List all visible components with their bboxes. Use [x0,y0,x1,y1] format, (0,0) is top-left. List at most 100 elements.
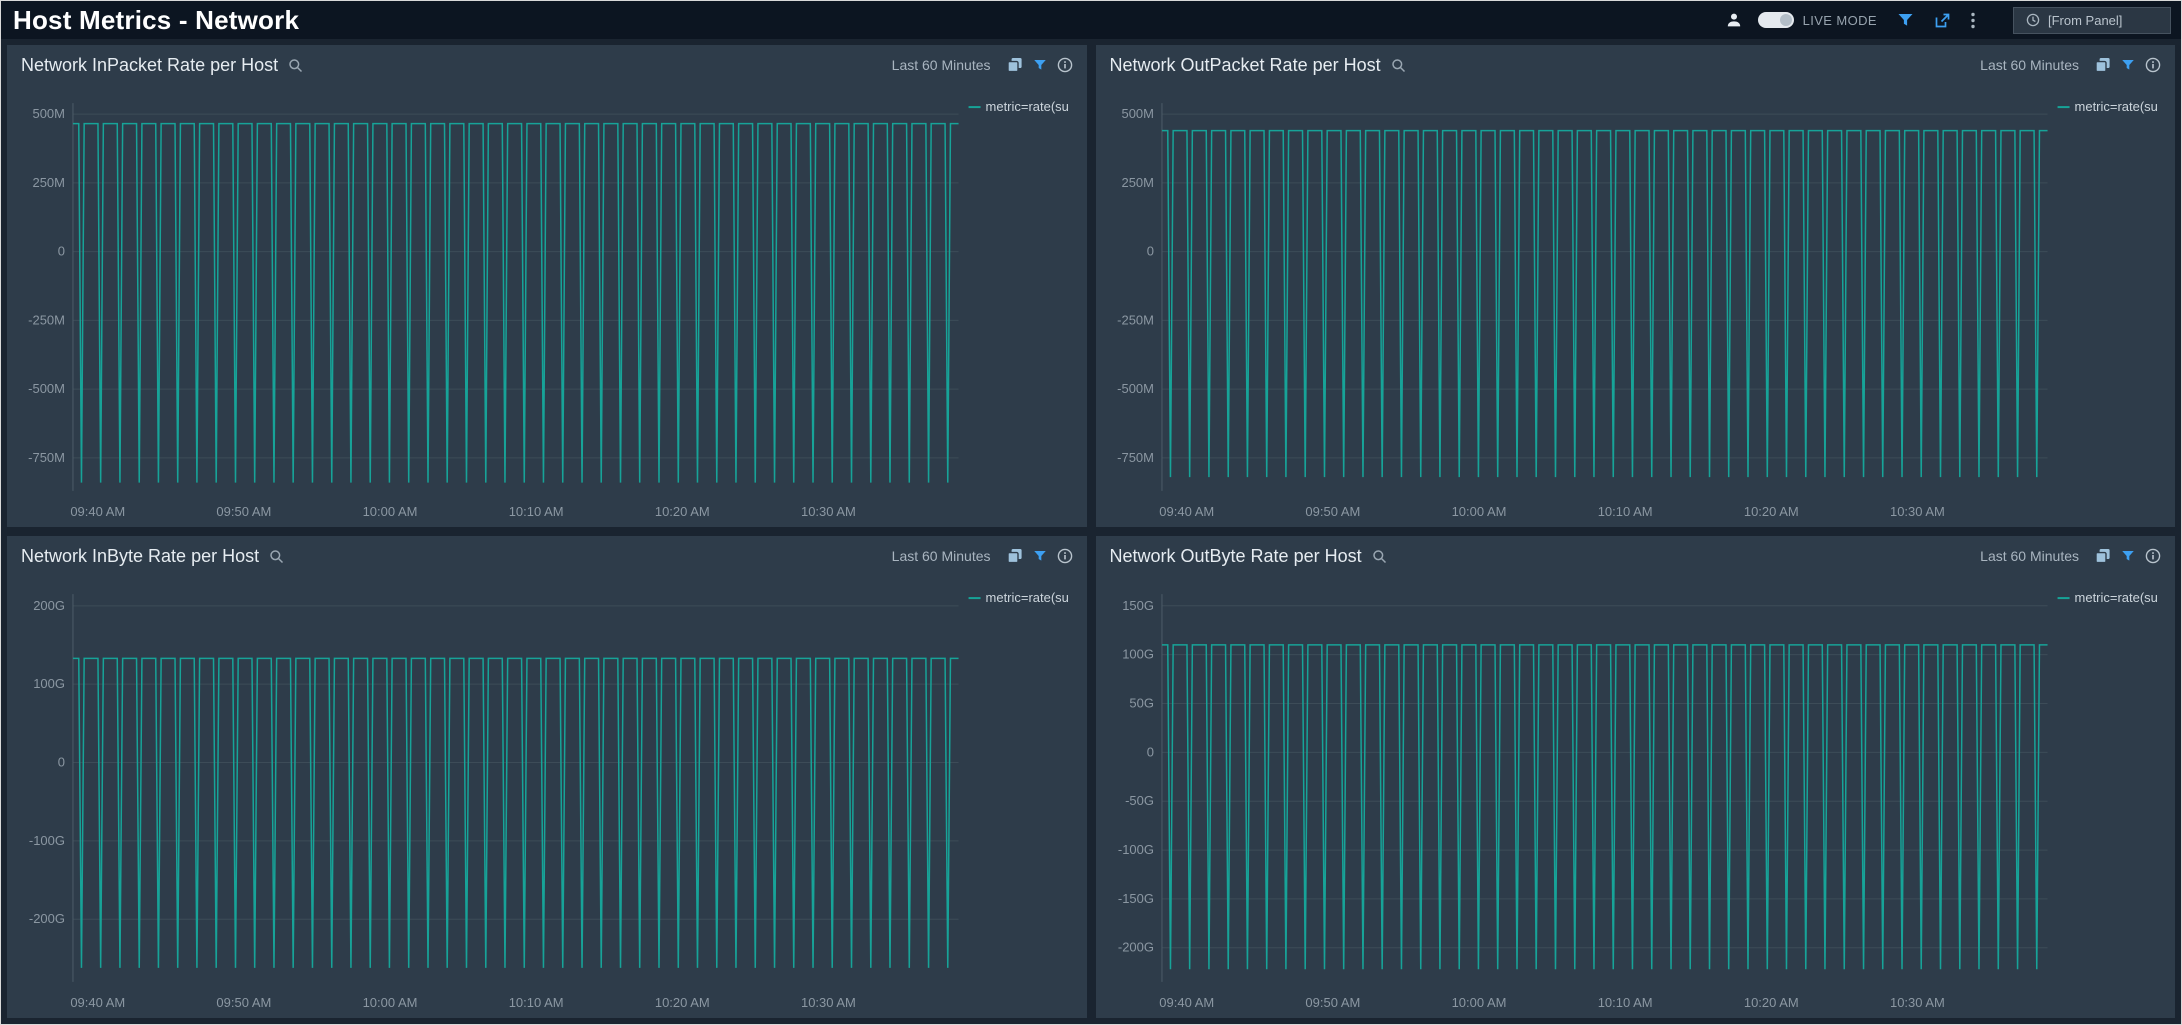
dashboard-page: Host Metrics - Network LIVE MODE [From P… [0,0,2182,1025]
svg-text:10:20 AM: 10:20 AM [655,504,710,519]
svg-text:metric=rate(su: metric=rate(su [986,99,1069,114]
panel-filter-icon[interactable] [2121,58,2135,72]
panel-header: Network InByte Rate per Host Last 60 Min… [7,536,1087,576]
svg-text:-750M: -750M [1117,450,1154,465]
svg-text:metric=rate(su: metric=rate(su [2074,590,2157,605]
svg-text:10:30 AM: 10:30 AM [1889,504,1944,519]
dashboard-title: Host Metrics - Network [13,5,299,36]
panel-filter-icon[interactable] [2121,549,2135,563]
filter-icon[interactable] [1897,12,1914,28]
panel-actions: Last 60 Minutes [1980,548,2161,564]
copy-panel-icon[interactable] [1007,57,1023,73]
panel-title: Network InPacket Rate per Host [21,55,278,76]
user-icon[interactable] [1726,12,1742,28]
zoom-icon[interactable] [288,58,303,73]
svg-text:0: 0 [1146,244,1153,259]
panel-network-outbyte: Network OutByte Rate per Host Last 60 Mi… [1096,536,2176,1018]
svg-text:metric=rate(su: metric=rate(su [2074,99,2157,114]
svg-text:10:20 AM: 10:20 AM [1743,504,1798,519]
svg-text:-100G: -100G [29,833,65,848]
svg-text:10:30 AM: 10:30 AM [801,504,856,519]
panel-time-range: Last 60 Minutes [892,548,991,564]
panel-header: Network OutPacket Rate per Host Last 60 … [1096,45,2176,85]
panel-network-inpacket: Network InPacket Rate per Host Last 60 M… [7,45,1087,527]
svg-text:09:40 AM: 09:40 AM [70,504,125,519]
info-icon[interactable] [1057,548,1073,564]
svg-text:200G: 200G [33,598,65,613]
svg-text:-250M: -250M [28,312,65,327]
panel-header: Network OutByte Rate per Host Last 60 Mi… [1096,536,2176,576]
panel-title: Network OutByte Rate per Host [1110,546,1362,567]
copy-panel-icon[interactable] [2095,548,2111,564]
live-mode-label: LIVE MODE [1803,13,1877,28]
svg-text:500M: 500M [1121,106,1153,121]
svg-text:0: 0 [58,244,65,259]
zoom-icon[interactable] [1391,58,1406,73]
panel-filter-icon[interactable] [1033,549,1047,563]
svg-text:-250M: -250M [1117,312,1154,327]
chart-network-outpacket[interactable]: 500M 250M 0 -250M -500M -750M 09:40 AM 09:50 AM… [1096,85,2176,527]
panel-actions: Last 60 Minutes [892,57,1073,73]
svg-text:250M: 250M [1121,175,1153,190]
info-icon[interactable] [2145,548,2161,564]
svg-text:09:50 AM: 09:50 AM [216,995,271,1010]
panel-header: Network InPacket Rate per Host Last 60 M… [7,45,1087,85]
svg-text:500M: 500M [32,106,64,121]
live-mode-toggle[interactable] [1758,12,1794,28]
topbar-actions: LIVE MODE [From Panel] [1706,7,2171,34]
info-icon[interactable] [2145,57,2161,73]
svg-text:100G: 100G [33,676,65,691]
panel-filter-icon[interactable] [1033,58,1047,72]
chart-network-outbyte[interactable]: 150G100G50G0-50G-100G-150G-200G09:40 AM0… [1096,576,2176,1018]
copy-panel-icon[interactable] [2095,57,2111,73]
panel-actions: Last 60 Minutes [892,548,1073,564]
info-icon[interactable] [1057,57,1073,73]
svg-text:-100G: -100G [1117,842,1153,857]
svg-text:10:10 AM: 10:10 AM [509,995,564,1010]
svg-text:-150G: -150G [1117,891,1153,906]
svg-text:150G: 150G [1122,598,1154,613]
svg-text:10:10 AM: 10:10 AM [509,504,564,519]
svg-text:0: 0 [58,755,65,770]
zoom-icon[interactable] [1372,549,1387,564]
svg-text:10:10 AM: 10:10 AM [1597,995,1652,1010]
toggle-knob-icon [1780,14,1792,26]
zoom-icon[interactable] [269,549,284,564]
panel-network-outpacket: Network OutPacket Rate per Host Last 60 … [1096,45,2176,527]
topbar: Host Metrics - Network LIVE MODE [From P… [1,1,2181,39]
svg-text:-50G: -50G [1125,793,1154,808]
share-icon[interactable] [1934,12,1951,29]
svg-text:09:50 AM: 09:50 AM [1305,504,1360,519]
svg-text:-500M: -500M [1117,381,1154,396]
svg-text:10:00 AM: 10:00 AM [363,995,418,1010]
panel-grid: Network InPacket Rate per Host Last 60 M… [1,39,2181,1024]
panel-time-range: Last 60 Minutes [1980,548,2079,564]
svg-text:-500M: -500M [28,381,65,396]
time-range-selector[interactable]: [From Panel] [2013,7,2171,34]
svg-text:10:30 AM: 10:30 AM [801,995,856,1010]
svg-text:09:40 AM: 09:40 AM [70,995,125,1010]
svg-text:09:40 AM: 09:40 AM [1159,504,1214,519]
svg-text:10:30 AM: 10:30 AM [1889,995,1944,1010]
clock-icon [2026,13,2040,27]
panel-actions: Last 60 Minutes [1980,57,2161,73]
svg-text:10:00 AM: 10:00 AM [1451,504,1506,519]
svg-text:10:20 AM: 10:20 AM [655,995,710,1010]
chart-network-inbyte[interactable]: 200G100G0-100G-200G09:40 AM09:50 AM10:00… [7,576,1087,1018]
svg-text:metric=rate(su: metric=rate(su [986,590,1069,605]
svg-text:250M: 250M [32,175,64,190]
svg-text:09:40 AM: 09:40 AM [1159,995,1214,1010]
chart-network-inpacket[interactable]: 500M250M0-250M-500M-750M09:40 AM09:50 AM… [7,85,1087,527]
svg-text:09:50 AM: 09:50 AM [216,504,271,519]
copy-panel-icon[interactable] [1007,548,1023,564]
svg-text:10:00 AM: 10:00 AM [363,504,418,519]
svg-text:0: 0 [1146,744,1153,759]
svg-text:10:20 AM: 10:20 AM [1743,995,1798,1010]
panel-time-range: Last 60 Minutes [1980,57,2079,73]
panel-title: Network InByte Rate per Host [21,546,259,567]
panel-network-inbyte: Network InByte Rate per Host Last 60 Min… [7,536,1087,1018]
kebab-menu-icon[interactable] [1971,12,1975,29]
svg-text:09:50 AM: 09:50 AM [1305,995,1360,1010]
svg-text:-200G: -200G [1117,940,1153,955]
panel-title: Network OutPacket Rate per Host [1110,55,1381,76]
